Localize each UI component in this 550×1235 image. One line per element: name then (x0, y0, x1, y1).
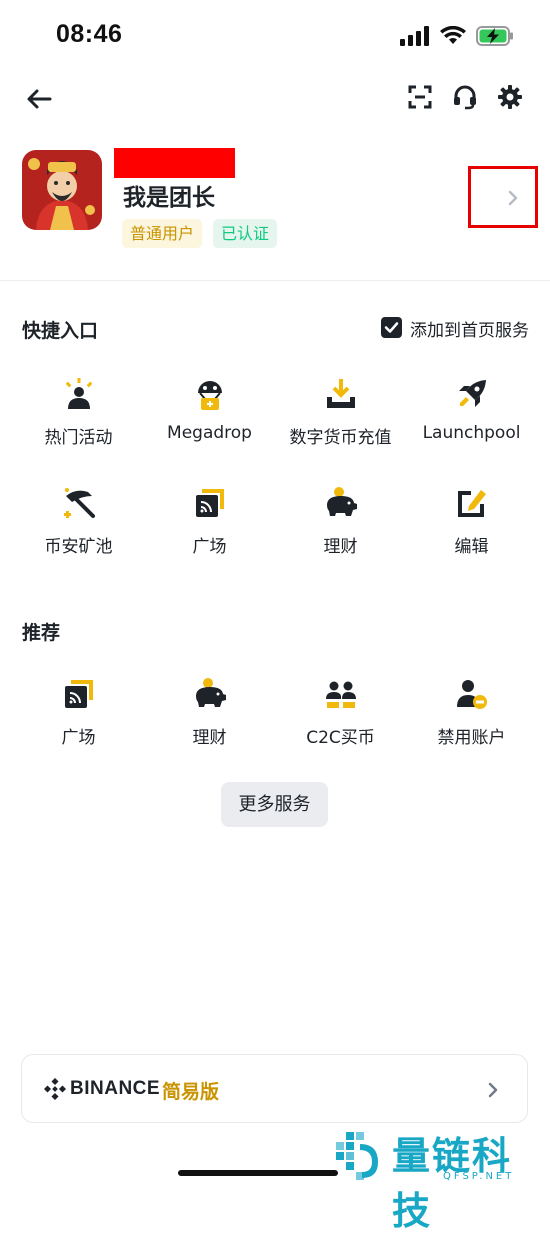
piggy-bank-icon (195, 678, 226, 707)
disable-user-icon (456, 680, 487, 709)
redacted-overlay (114, 148, 235, 178)
highlight-box (468, 166, 538, 228)
quick-item-label: 编辑 (454, 537, 489, 557)
chevron-right-icon[interactable] (506, 189, 520, 207)
divider (0, 280, 550, 281)
megadrop-icon (197, 381, 222, 410)
watermark-logo-icon (336, 1132, 378, 1180)
binance-logo-icon (44, 1078, 66, 1100)
binance-brand: BINANCE (70, 1078, 161, 1099)
signal-icon (400, 26, 429, 46)
quick-item-square[interactable]: 广场 (144, 486, 275, 557)
home-indicator (178, 1170, 338, 1176)
deposit-icon (326, 379, 355, 408)
quick-access-title: 快捷入口 (22, 320, 99, 342)
status-icons (400, 26, 514, 46)
scan-icon[interactable] (407, 84, 433, 110)
quick-item-label: 理财 (323, 537, 358, 557)
more-services-button[interactable]: 更多服务 (221, 782, 328, 827)
status-time: 08:46 (56, 20, 123, 48)
lite-label: 简易版 (162, 1081, 220, 1103)
piggy-bank-icon (326, 487, 357, 516)
quick-item-edit[interactable]: 编辑 (406, 486, 537, 557)
settings-gear-icon[interactable] (497, 84, 523, 110)
quick-item-label: Megadrop (167, 423, 252, 443)
quick-item-launchpool[interactable]: Launchpool (406, 377, 537, 443)
nickname: 我是团长 (123, 185, 215, 211)
battery-charging-icon (476, 26, 513, 46)
quick-item-earn[interactable]: 理财 (275, 486, 406, 557)
recommend-item-label: 禁用账户 (437, 728, 506, 748)
hot-activity-icon (65, 378, 92, 409)
recommend-title: 推荐 (22, 622, 61, 644)
wifi-icon (440, 26, 466, 44)
quick-item-label: 数字货币充值 (289, 428, 392, 448)
recommend-item-label: C2C买币 (306, 728, 375, 748)
quick-item-megadrop[interactable]: Megadrop (144, 377, 275, 443)
pickaxe-icon (63, 488, 95, 518)
recommend-item-square[interactable]: 广场 (13, 677, 144, 748)
checkmark-icon (384, 322, 399, 333)
square-feed-icon (64, 680, 93, 708)
back-arrow-icon[interactable] (24, 84, 54, 114)
add-to-home-checkbox[interactable] (381, 317, 402, 338)
quick-item-label: 广场 (192, 537, 227, 557)
user-level-badge: 普通用户 (122, 219, 203, 248)
rocket-icon (458, 380, 486, 407)
chevron-right-icon[interactable] (487, 1082, 499, 1098)
quick-item-pool[interactable]: 币安矿池 (13, 486, 144, 557)
edit-icon (457, 490, 486, 517)
recommend-item-label: 广场 (61, 728, 96, 748)
recommend-item-earn[interactable]: 理财 (144, 677, 275, 748)
square-feed-icon (195, 489, 224, 517)
customer-service-headset-icon[interactable] (452, 84, 478, 110)
quick-item-deposit[interactable]: 数字货币充值 (275, 377, 406, 448)
recommend-item-label: 理财 (192, 728, 227, 748)
watermark-subtitle: QFSP.NET (443, 1171, 515, 1182)
avatar[interactable] (22, 150, 102, 230)
quick-item-label: 热门活动 (44, 428, 113, 448)
quick-item-label: Launchpool (422, 423, 521, 443)
quick-item-label: 币安矿池 (44, 537, 113, 557)
c2c-users-icon (325, 681, 356, 708)
add-to-home-label[interactable]: 添加到首页服务 (410, 316, 529, 341)
recommend-item-disable-account[interactable]: 禁用账户 (406, 677, 537, 748)
quick-item-hot-activity[interactable]: 热门活动 (13, 377, 144, 448)
verified-badge: 已认证 (213, 219, 278, 248)
recommend-item-c2c[interactable]: C2C买币 (275, 677, 406, 748)
